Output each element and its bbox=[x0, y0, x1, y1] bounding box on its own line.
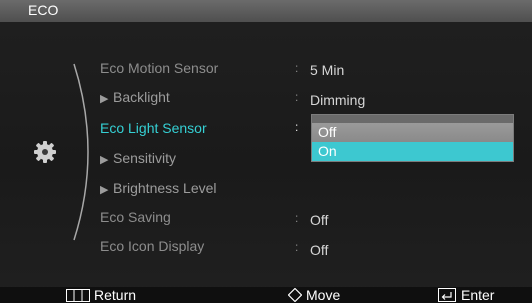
menu-item-label: Eco Saving bbox=[100, 209, 171, 225]
osd-menu-window: ECO Eco Motion Sensor : 5 Min ▶ Backlight… bbox=[0, 0, 532, 303]
menu-item-label: Sensitivity bbox=[113, 150, 177, 166]
menu-item-eco-motion-sensor[interactable]: Eco Motion Sensor bbox=[100, 60, 218, 76]
menu-item-label: Brightness Level bbox=[113, 180, 217, 196]
menu-title: ECO bbox=[28, 2, 59, 18]
menu-item-backlight[interactable]: ▶ Backlight bbox=[100, 89, 170, 105]
triangle-right-icon: ▶ bbox=[100, 154, 109, 166]
menu-item-brightness-level[interactable]: ▶ Brightness Level bbox=[100, 180, 217, 196]
return-label: Return bbox=[94, 287, 137, 303]
separator: : bbox=[295, 120, 299, 134]
eco-icon-display-value: Off bbox=[310, 242, 329, 258]
menu-item-eco-saving[interactable]: Eco Saving bbox=[100, 209, 171, 225]
eco-motion-sensor-value: 5 Min bbox=[310, 62, 345, 78]
menu-item-eco-light-sensor[interactable]: Eco Light Sensor bbox=[100, 120, 207, 136]
triangle-right-icon: ▶ bbox=[100, 93, 109, 105]
enter-icon bbox=[438, 288, 456, 302]
menu-item-label: Eco Light Sensor bbox=[100, 120, 207, 136]
menu-icon bbox=[66, 289, 90, 302]
separator: : bbox=[295, 240, 299, 254]
menu-item-sensitivity[interactable]: ▶ Sensitivity bbox=[100, 150, 176, 166]
separator: : bbox=[295, 211, 299, 225]
menu-item-label: Eco Motion Sensor bbox=[100, 60, 219, 76]
move-label: Move bbox=[306, 287, 341, 303]
menu-item-eco-icon-display[interactable]: Eco Icon Display bbox=[100, 238, 204, 254]
title-bar: ECO bbox=[0, 0, 532, 22]
menu-divider-arc bbox=[73, 63, 89, 241]
diamond-navigation-icon bbox=[288, 288, 302, 302]
eco-light-sensor-dropdown[interactable]: Off On bbox=[311, 114, 514, 162]
gear-icon bbox=[34, 141, 56, 163]
key-guide-bar: Return Move Enter bbox=[0, 287, 532, 303]
backlight-value: Dimming bbox=[310, 92, 366, 108]
menu-item-label: Backlight bbox=[113, 89, 170, 105]
dropdown-option-on[interactable]: On bbox=[312, 142, 513, 161]
triangle-right-icon: ▶ bbox=[100, 184, 109, 196]
menu-item-label: Eco Icon Display bbox=[100, 238, 205, 254]
eco-saving-value: Off bbox=[310, 212, 329, 228]
separator: : bbox=[295, 90, 299, 104]
enter-label: Enter bbox=[461, 287, 495, 303]
separator: : bbox=[295, 61, 299, 75]
dropdown-option-off[interactable]: Off bbox=[312, 123, 513, 142]
